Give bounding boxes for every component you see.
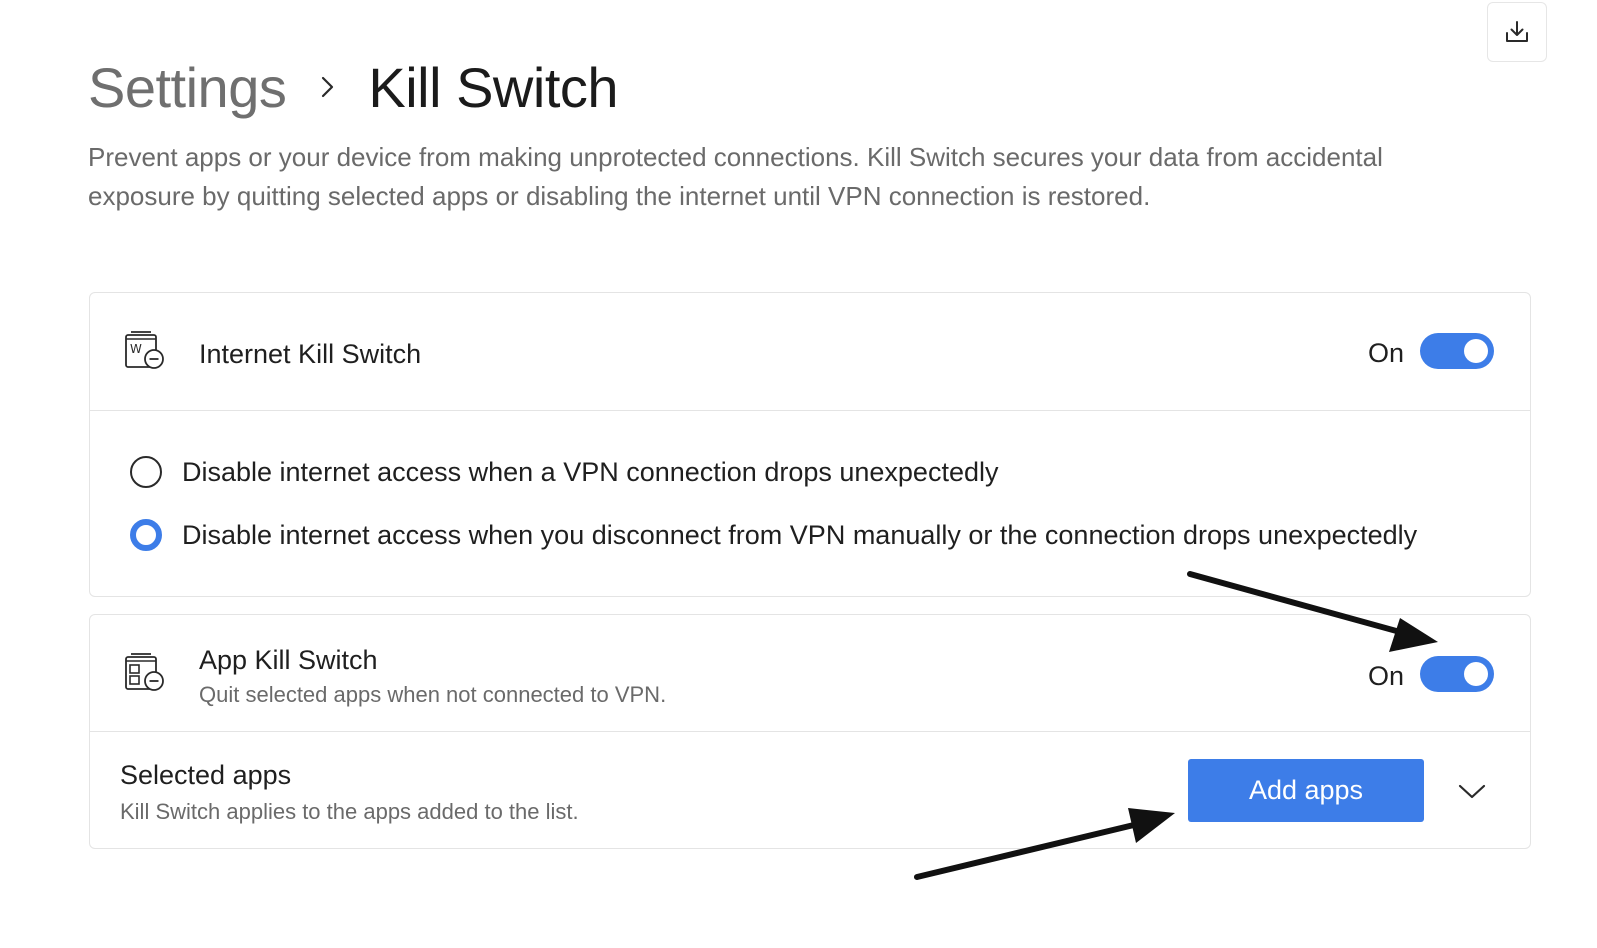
internet-kill-switch-status: On bbox=[1368, 338, 1405, 368]
app-kill-switch-title: App Kill Switch bbox=[199, 645, 378, 675]
app-kill-switch-header: App Kill Switch Quit selected apps when … bbox=[90, 615, 1530, 731]
breadcrumb-settings-link[interactable]: Settings bbox=[88, 55, 287, 120]
toggle-knob bbox=[1464, 662, 1488, 686]
selected-apps-row: Selected apps Kill Switch applies to the… bbox=[90, 732, 1530, 849]
radio-option-label: Disable internet access when a VPN conne… bbox=[182, 456, 999, 487]
download-icon bbox=[1506, 21, 1528, 42]
page-description: Prevent apps or your device from making … bbox=[88, 142, 1383, 211]
breadcrumb: Settings Kill Switch bbox=[88, 52, 619, 122]
divider bbox=[90, 410, 1530, 411]
app-kill-switch-status: On bbox=[1368, 661, 1405, 691]
radio-option-label: Disable internet access when you disconn… bbox=[182, 519, 1418, 550]
svg-text:W: W bbox=[130, 342, 142, 356]
chevron-down-icon[interactable] bbox=[1454, 773, 1490, 809]
chevron-right-icon bbox=[320, 73, 336, 101]
internet-kill-switch-icon: W bbox=[125, 331, 164, 369]
app-kill-switch-icon bbox=[125, 653, 164, 691]
radio-option-unexpected-drop[interactable]: Disable internet access when a VPN conne… bbox=[130, 456, 998, 488]
selected-apps-subtitle: Kill Switch applies to the apps added to… bbox=[120, 799, 579, 824]
page-title: Kill Switch bbox=[368, 55, 619, 119]
toggle-knob bbox=[1464, 339, 1488, 363]
internet-kill-switch-card: W Internet Kill Switch On Disable intern… bbox=[89, 292, 1531, 597]
app-kill-switch-toggle[interactable] bbox=[1420, 656, 1494, 692]
internet-kill-switch-toggle[interactable] bbox=[1420, 333, 1494, 369]
kill-switch-settings-page: Settings Kill Switch Prevent apps or you… bbox=[0, 0, 1597, 948]
internet-kill-switch-header: W Internet Kill Switch On bbox=[90, 293, 1530, 410]
app-kill-switch-card: App Kill Switch Quit selected apps when … bbox=[89, 614, 1531, 849]
radio-button[interactable] bbox=[130, 456, 162, 488]
radio-option-manual-disconnect[interactable]: Disable internet access when you disconn… bbox=[130, 519, 1417, 551]
download-button[interactable] bbox=[1487, 2, 1547, 62]
app-kill-switch-subtitle: Quit selected apps when not connected to… bbox=[199, 682, 667, 707]
selected-apps-title: Selected apps bbox=[120, 760, 292, 790]
internet-kill-switch-title: Internet Kill Switch bbox=[199, 339, 422, 369]
add-apps-button[interactable]: Add apps bbox=[1188, 759, 1424, 822]
radio-button-selected[interactable] bbox=[130, 519, 162, 551]
